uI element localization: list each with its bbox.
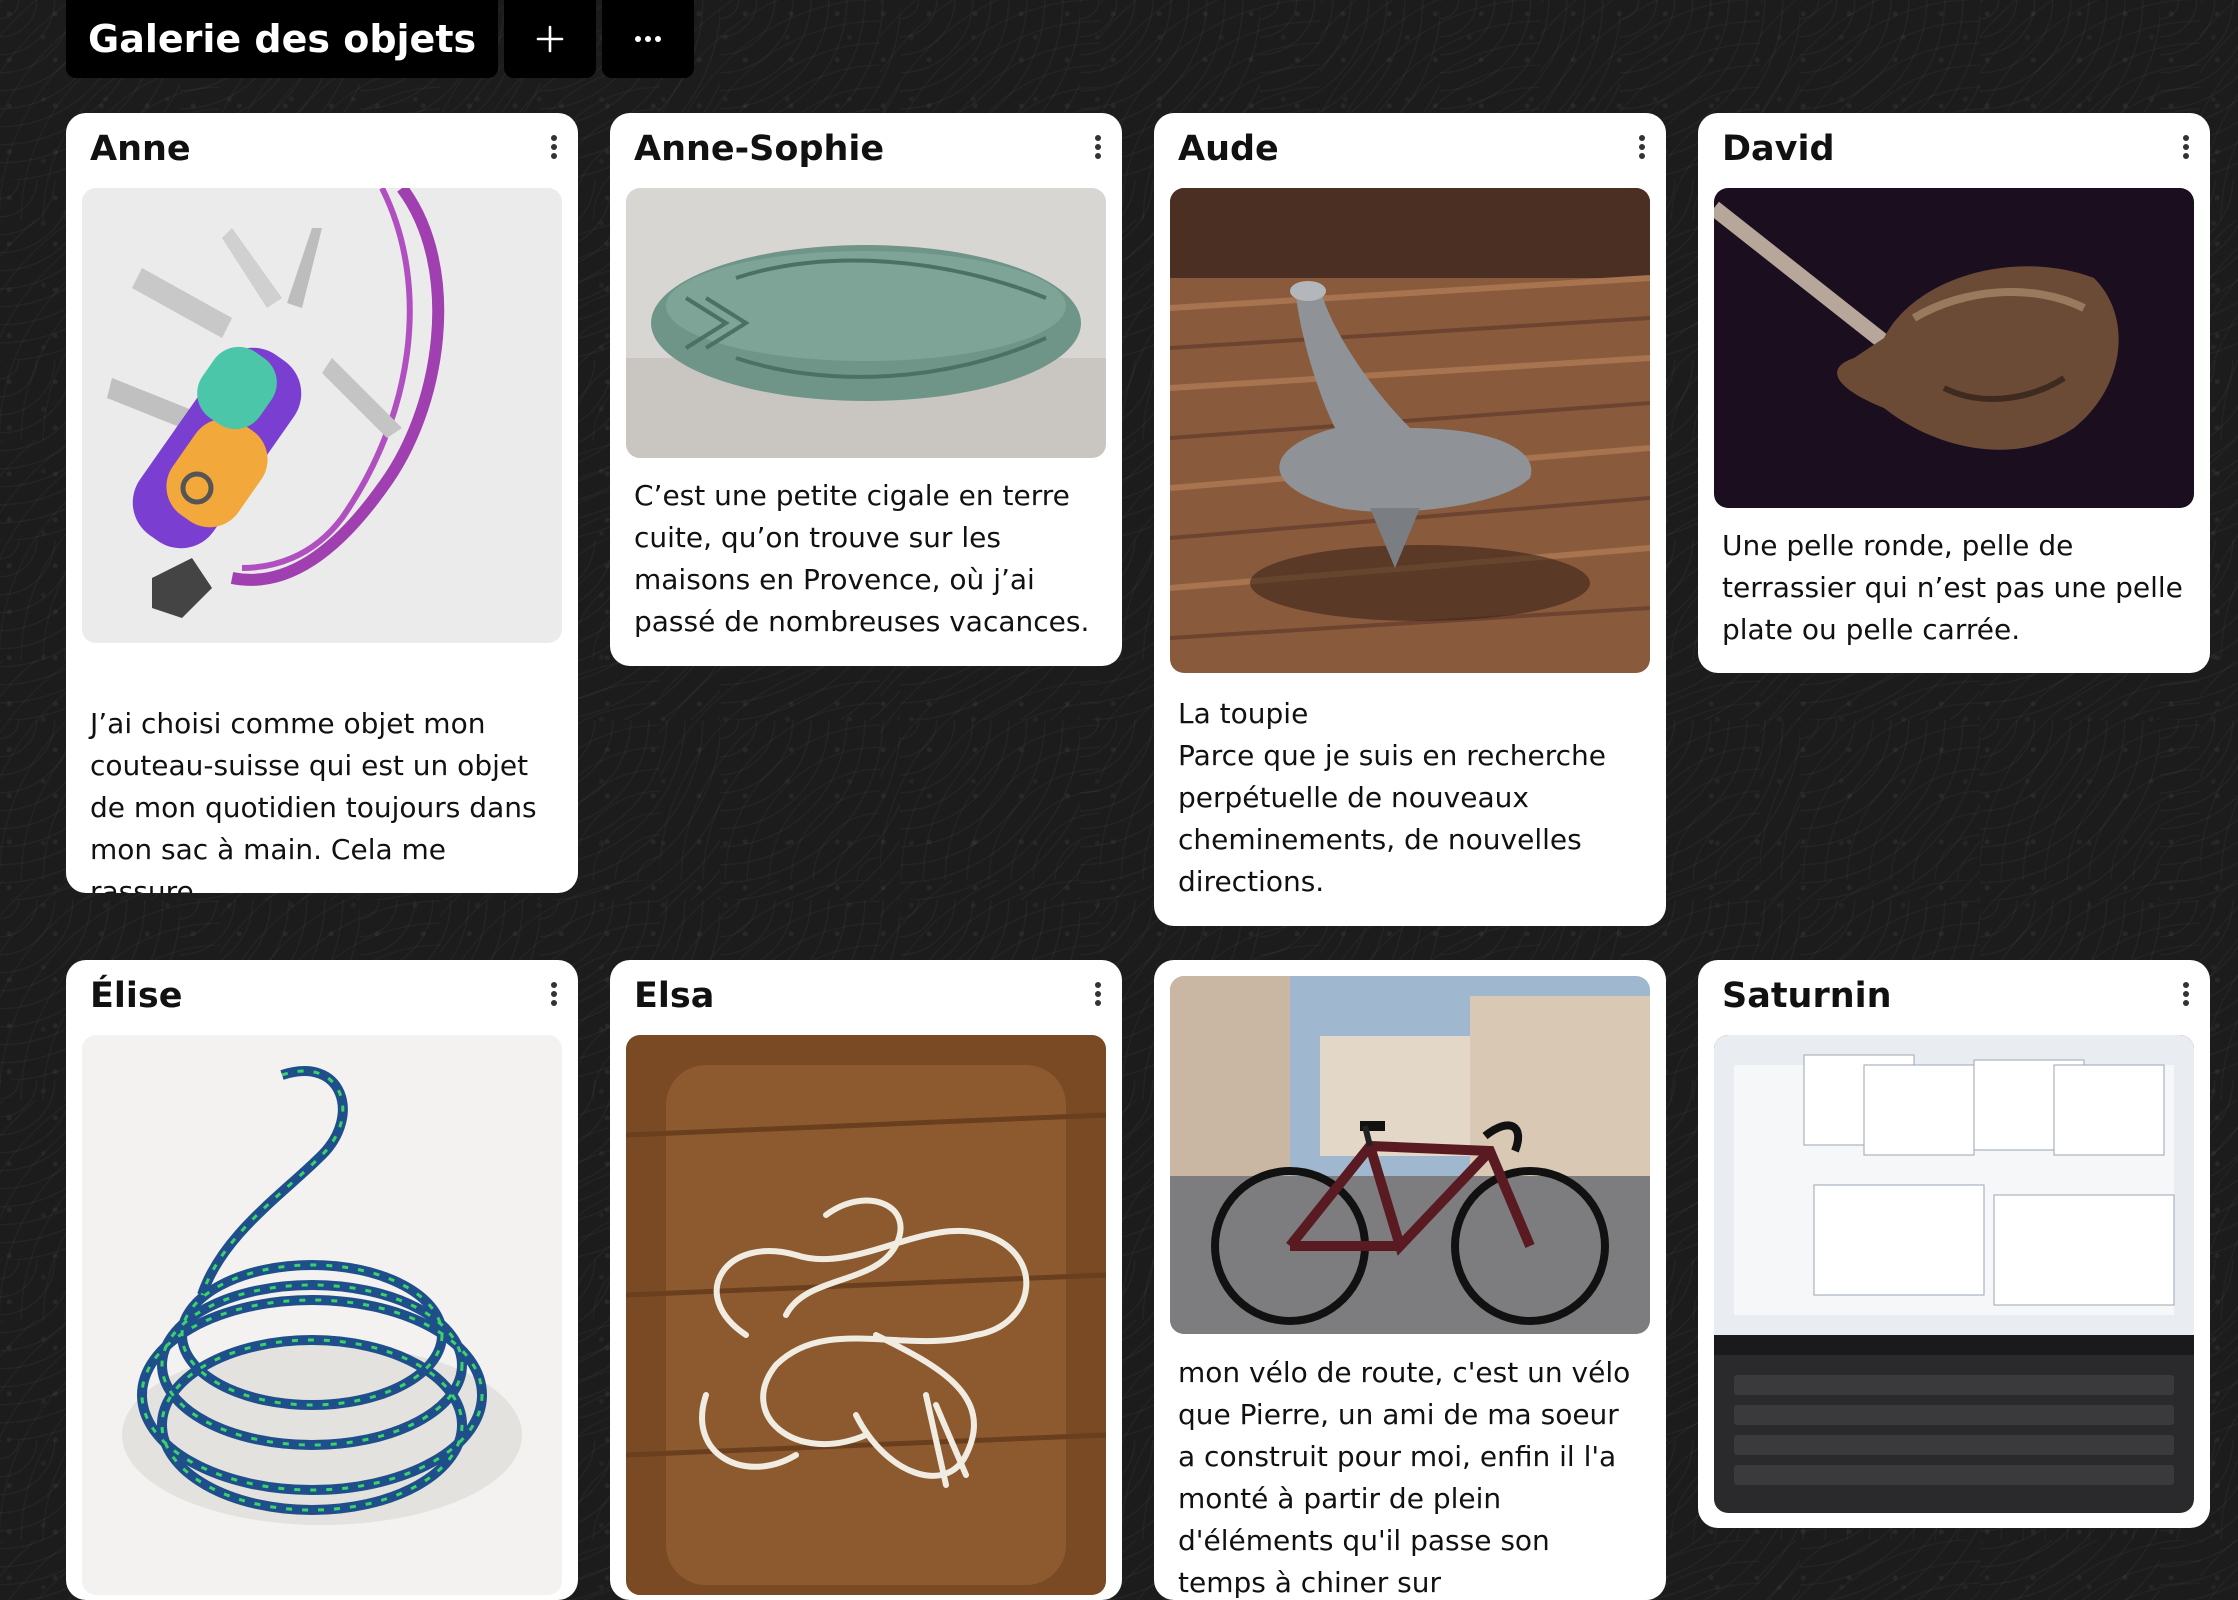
post-author: Aude xyxy=(1178,129,1279,169)
post-card[interactable]: Aude La toupie Parce que je suis en rech… xyxy=(1154,113,1666,926)
post-menu-icon[interactable] xyxy=(2180,982,2192,1010)
swiss-army-knife-image xyxy=(82,188,562,643)
post-image[interactable] xyxy=(1170,188,1650,673)
post-card[interactable]: Anne-Sophie C’est une petite cigale en t… xyxy=(610,113,1122,666)
spinning-top-image xyxy=(1170,188,1650,673)
post-menu-icon[interactable] xyxy=(1092,982,1104,1010)
post-menu-icon[interactable] xyxy=(2180,135,2192,163)
more-options-button[interactable] xyxy=(602,0,695,78)
post-card[interactable]: Saturnin xyxy=(1698,960,2210,1528)
post-author: Saturnin xyxy=(1722,976,1892,1016)
post-image[interactable] xyxy=(1714,188,2194,508)
post-menu-icon[interactable] xyxy=(1636,135,1648,163)
board-header: Galerie des objets xyxy=(66,0,695,78)
round-shovel-image xyxy=(1714,188,2194,508)
tangled-string-image xyxy=(626,1035,1106,1595)
rope-coil-image xyxy=(82,1035,562,1595)
post-menu-icon[interactable] xyxy=(1092,135,1104,163)
post-card[interactable]: David Une pelle ronde, pelle de terrassi… xyxy=(1698,113,2210,673)
board-title[interactable]: Galerie des objets xyxy=(66,0,499,78)
post-image[interactable] xyxy=(626,1035,1106,1595)
post-menu-icon[interactable] xyxy=(548,135,560,163)
post-card[interactable]: Elsa xyxy=(610,960,1122,1600)
laptop-screen-image xyxy=(1714,1035,2194,1513)
post-card[interactable]: mon vélo de route, c'est un vélo que Pie… xyxy=(1154,960,1666,1600)
post-author: Elsa xyxy=(634,976,715,1016)
post-card[interactable]: Anne J’ai choisi comme objet mon couteau… xyxy=(66,113,578,893)
road-bike-image xyxy=(1170,976,1650,1334)
post-author: Anne-Sophie xyxy=(634,129,885,169)
add-post-button[interactable] xyxy=(504,0,597,78)
post-description: La toupie Parce que je suis en recherche… xyxy=(1178,697,1606,898)
post-image[interactable] xyxy=(1714,1035,2194,1513)
post-card[interactable]: Élise xyxy=(66,960,578,1600)
post-image[interactable] xyxy=(626,188,1106,458)
post-author: Anne xyxy=(90,129,191,169)
post-image[interactable] xyxy=(82,1035,562,1595)
more-horizontal-icon xyxy=(635,36,662,42)
post-author: Élise xyxy=(90,976,183,1016)
ceramic-cicada-image xyxy=(626,188,1106,458)
post-description: J’ai choisi comme objet mon couteau-suis… xyxy=(90,707,537,893)
post-image[interactable] xyxy=(82,188,562,643)
post-description: Une pelle ronde, pelle de terrassier qui… xyxy=(1722,529,2183,646)
post-description: C’est une petite cigale en terre cuite, … xyxy=(634,479,1090,638)
post-author: David xyxy=(1722,129,1835,169)
post-description: mon vélo de route, c'est un vélo que Pie… xyxy=(1178,1356,1631,1599)
plus-icon xyxy=(536,25,564,53)
post-image[interactable] xyxy=(1170,976,1650,1334)
post-menu-icon[interactable] xyxy=(548,982,560,1010)
